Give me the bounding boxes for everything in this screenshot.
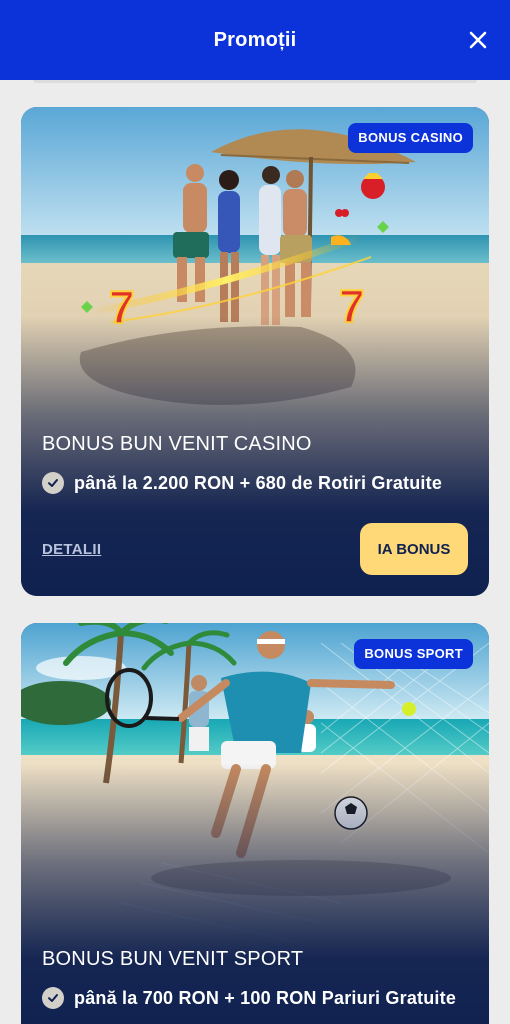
check-icon <box>42 987 64 1009</box>
category-badge: BONUS SPORT <box>354 639 473 669</box>
promo-card-sport[interactable]: BONUS SPORT BONUS BUN VENIT SPORT până l… <box>21 623 489 1024</box>
close-icon[interactable] <box>468 30 488 50</box>
details-link[interactable]: DETALII <box>42 541 101 558</box>
promo-subtitle: până la 2.200 RON + 680 de Rotiri Gratui… <box>42 472 472 494</box>
page-title: Promoții <box>213 28 297 51</box>
category-badge: BONUS CASINO <box>348 123 473 153</box>
promo-title: BONUS BUN VENIT SPORT <box>42 948 304 970</box>
promo-card-casino[interactable]: 7 7 BONUS CASINO BONUS BUN VENIT CASINO … <box>21 107 489 596</box>
check-icon <box>42 472 64 494</box>
header-bar: Promoții <box>0 0 510 80</box>
promo-subtitle-text: până la 2.200 RON + 680 de Rotiri Gratui… <box>74 472 443 493</box>
promo-title: BONUS BUN VENIT CASINO <box>42 433 312 455</box>
header-divider <box>33 80 477 83</box>
promo-subtitle-text: până la 700 RON + 100 RON Pariuri Gratui… <box>74 987 457 1008</box>
claim-bonus-button[interactable]: IA BONUS <box>360 523 468 575</box>
card-gradient <box>21 763 489 1024</box>
promo-subtitle: până la 700 RON + 100 RON Pariuri Gratui… <box>42 987 472 1009</box>
